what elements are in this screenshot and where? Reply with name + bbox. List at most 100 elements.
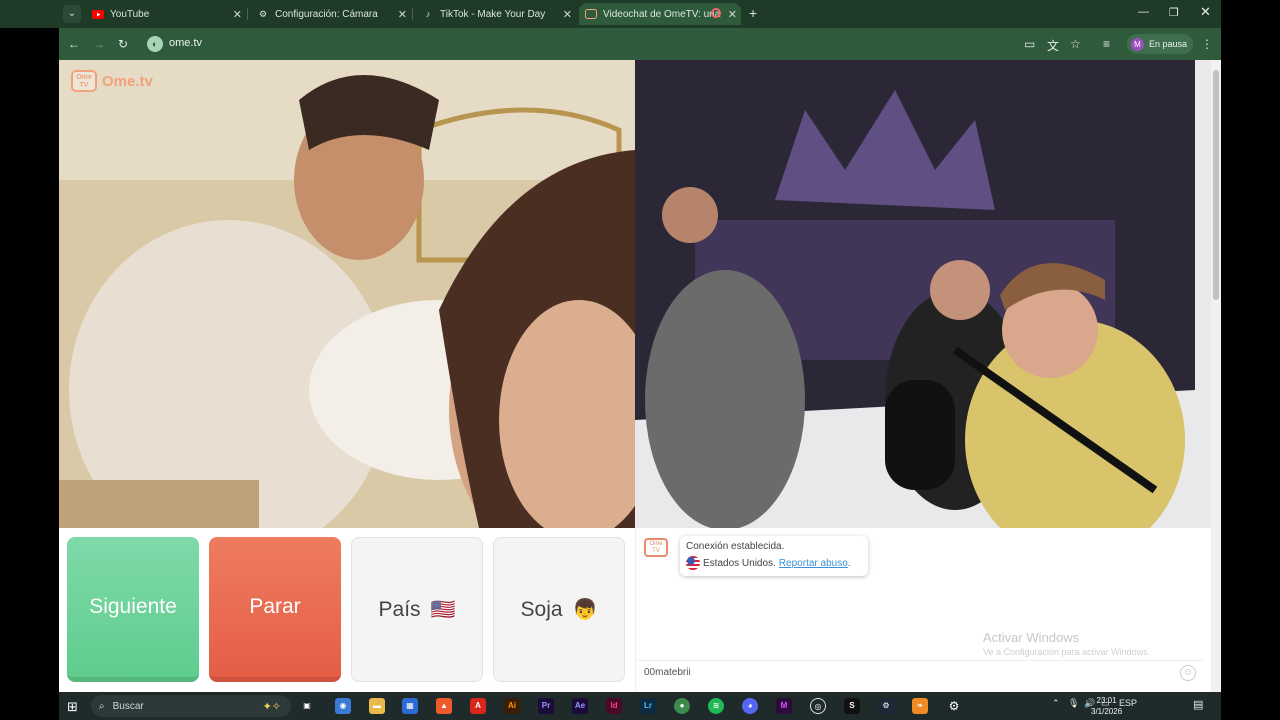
tab-ometv[interactable]: Videochat de OmeTV: una ✕ <box>579 3 741 25</box>
tray-overflow-icon[interactable]: ⌃ <box>1052 698 1060 709</box>
address-bar[interactable]: ◐ ome.tv <box>141 32 1101 56</box>
gender-label: Soja <box>520 597 563 621</box>
search-icon: ⌕ <box>99 700 105 712</box>
maximize-button[interactable]: ❐ <box>1169 6 1179 19</box>
tab-divider <box>412 8 413 20</box>
connection-status: Conexión establecida. <box>686 541 785 552</box>
reading-list-icon[interactable]: ≡ <box>1103 37 1110 51</box>
next-button[interactable]: Siguiente <box>67 537 199 682</box>
ometv-page: Ome TV Ome.tv Siguiente Parar País 🇺🇸 So… <box>59 60 1211 692</box>
clock[interactable]: 23:01 3/1/2026 <box>1091 695 1122 717</box>
scrollbar-thumb[interactable] <box>1213 70 1219 300</box>
us-flag-icon: 🇺🇸 <box>430 599 456 621</box>
recording-icon <box>711 8 721 18</box>
taskbar-search[interactable]: ⌕ Buscar ✦✧ <box>91 695 291 717</box>
tab-camera-settings[interactable]: ⚙ Configuración: Cámara ✕ <box>251 3 411 25</box>
close-icon[interactable]: ✕ <box>563 8 572 21</box>
local-video: Ome TV Ome.tv <box>59 60 635 528</box>
search-placeholder: Buscar <box>112 700 144 712</box>
illustrator-icon[interactable]: Ai <box>504 698 520 714</box>
screen: ⌄ YouTube ✕ ⚙ Configuración: Cámara ✕ ♪ … <box>0 0 1280 720</box>
site-info-icon[interactable]: ◐ <box>147 36 163 52</box>
sparkle-icon: ✦✧ <box>262 700 281 713</box>
tab-divider <box>247 8 248 20</box>
brave-icon[interactable]: ▲ <box>436 698 452 714</box>
windows-start-icon[interactable]: ⊞ <box>67 699 78 715</box>
tab-title: YouTube <box>110 8 150 20</box>
next-label: Siguiente <box>89 595 177 618</box>
gear-icon: ⚙ <box>258 8 268 19</box>
tab-search-button[interactable]: ⌄ <box>63 5 81 23</box>
close-window-button[interactable]: ✕ <box>1200 4 1211 20</box>
country-label: País <box>378 597 421 621</box>
windows-taskbar: ⊞ ⌕ Buscar ✦✧ ▣ ◉ ▬ ▦ ▲ A Ai Pr Ae Id Lr… <box>59 692 1221 720</box>
windows-activation-text: Ve a Configuración para activar Windows. <box>983 647 1151 657</box>
boy-icon: 👦 <box>572 599 598 621</box>
browser-toolbar: ← → ↻ ◐ ome.tv ▭ 文 ☆ ≡ M En pausa ⋮ <box>59 28 1221 60</box>
task-view-icon[interactable]: ▣ <box>299 698 315 714</box>
menu-icon[interactable]: ⋮ <box>1201 37 1213 51</box>
stop-label: Parar <box>249 595 301 618</box>
close-icon[interactable]: ✕ <box>728 8 737 21</box>
notifications-icon[interactable]: ▤ <box>1193 698 1203 711</box>
lightroom-icon[interactable]: Lr <box>640 698 656 714</box>
store-icon[interactable]: ▦ <box>402 698 418 714</box>
forward-icon[interactable]: → <box>93 37 105 51</box>
ometv-logo[interactable]: Ome TV Ome.tv <box>71 70 153 92</box>
after-effects-icon[interactable]: Ae <box>572 698 588 714</box>
tab-title: Configuración: Cámara <box>275 8 378 20</box>
chrome-icon[interactable]: ● <box>674 698 690 714</box>
close-icon[interactable]: ✕ <box>233 8 242 21</box>
ometv-chat-icon: Ome TV <box>644 538 668 557</box>
close-icon[interactable]: ✕ <box>398 8 407 21</box>
stop-button[interactable]: Parar <box>209 537 341 682</box>
back-icon[interactable]: ← <box>68 37 80 51</box>
tab-title: TikTok - Make Your Day <box>440 8 546 20</box>
profile-button[interactable]: M En pausa <box>1127 34 1193 54</box>
system-message: Conexión establecida. Estados Unidos . R… <box>680 536 868 576</box>
report-suffix: . <box>847 557 851 569</box>
chat-input[interactable]: 00matebrii ☺ <box>636 660 1204 686</box>
report-abuse-link[interactable]: Reportar abuso <box>779 558 848 569</box>
logo-badge: Ome TV <box>71 70 97 92</box>
tab-title: Videochat de OmeTV: una <box>603 8 721 20</box>
partner-country: Estados Unidos <box>703 557 774 569</box>
tiktok-icon: ♪ <box>425 9 431 19</box>
microphone-icon[interactable]: 🎙 <box>1068 698 1079 709</box>
gender-button[interactable]: Soja 👦 <box>493 537 625 682</box>
country-button[interactable]: País 🇺🇸 <box>351 537 483 682</box>
us-flag-icon <box>686 556 700 570</box>
logo-text: Ome.tv <box>102 72 153 90</box>
bookmark-star-icon[interactable]: ☆ <box>1070 37 1081 51</box>
remote-video-frame <box>635 60 1211 528</box>
fl-studio-icon[interactable]: ❧ <box>912 698 928 714</box>
file-explorer-icon[interactable]: ▬ <box>369 698 385 714</box>
profile-status: En pausa <box>1149 39 1188 49</box>
obs-icon[interactable]: ◎ <box>810 698 826 714</box>
windows-activation-title: Activar Windows <box>983 630 1080 645</box>
spotify-icon[interactable]: ≋ <box>708 698 724 714</box>
tab-tiktok[interactable]: ♪ TikTok - Make Your Day ✕ <box>416 3 576 25</box>
s-app-icon[interactable]: S <box>844 698 860 714</box>
new-tab-button[interactable]: + <box>749 5 757 21</box>
premiere-icon[interactable]: Pr <box>538 698 554 714</box>
tab-youtube[interactable]: YouTube ✕ <box>86 3 246 25</box>
steam-icon[interactable]: ⚙ <box>878 698 894 714</box>
minimize-button[interactable]: — <box>1138 6 1149 18</box>
page-scrollbar[interactable] <box>1211 60 1221 692</box>
url-text: ome.tv <box>169 37 203 49</box>
local-video-frame <box>59 60 635 528</box>
discord-icon[interactable]: ◕ <box>742 698 758 714</box>
motion-app-icon[interactable]: M <box>776 698 792 714</box>
acrobat-icon[interactable]: A <box>470 698 486 714</box>
emoji-icon[interactable]: ☺ <box>1180 665 1196 681</box>
indesign-icon[interactable]: Id <box>606 698 622 714</box>
reload-icon[interactable]: ↻ <box>118 37 128 51</box>
cast-icon[interactable]: ▭ <box>1024 37 1035 51</box>
settings-icon[interactable]: ⚙ <box>946 698 962 714</box>
ometv-icon <box>585 8 597 20</box>
translate-icon[interactable]: 文 <box>1047 37 1059 54</box>
avatar: M <box>1131 37 1144 51</box>
clock-time: 23:01 <box>1096 696 1117 705</box>
copilot-icon[interactable]: ◉ <box>335 698 351 714</box>
